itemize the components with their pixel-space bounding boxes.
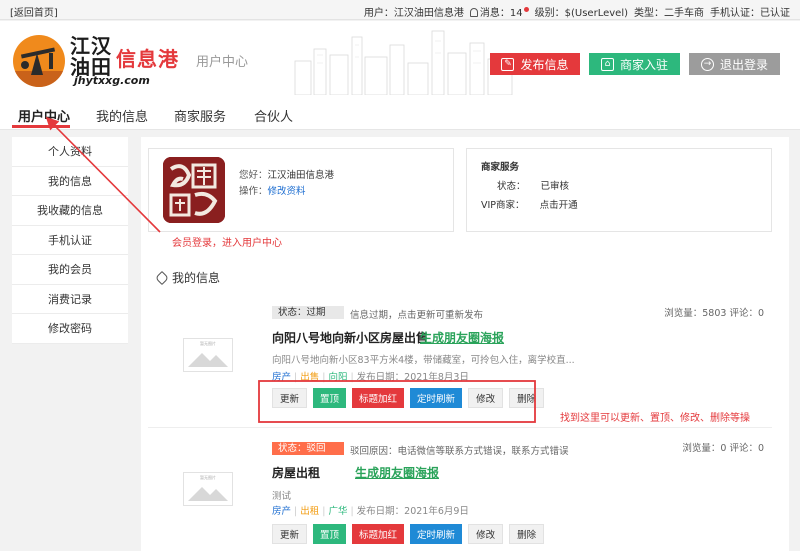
- sidebar-item-change-password[interactable]: 修改密码: [12, 314, 128, 344]
- generate-poster-link[interactable]: 生成朋友圈海报: [420, 329, 504, 346]
- listing-actions: 更新 置顶 标题加红 定时刷新 修改 删除: [272, 388, 545, 408]
- profile-actions: 操作：修改资料: [239, 186, 306, 197]
- annotation-actions-note: 找到这里可以更新、置顶、修改、删除等操: [560, 413, 750, 424]
- status-note: 信息过期，点击更新可重新发布: [350, 310, 484, 321]
- publish-button[interactable]: ✎ 发布信息: [490, 53, 580, 75]
- sidebar-item-profile[interactable]: 个人资料: [12, 137, 128, 167]
- thumbnail-placeholder-text: 暂无图片: [200, 475, 216, 480]
- logo-pumpjack-icon[interactable]: [13, 35, 65, 87]
- edit-button[interactable]: 修改: [468, 388, 504, 408]
- unread-dot: [523, 7, 529, 12]
- pin-top-button[interactable]: 置顶: [313, 524, 347, 544]
- listing-title[interactable]: 房屋出租: [272, 464, 320, 481]
- listing-item: 暂无图片 状态：过期 信息过期，点击更新可重新发布 浏览量：5803 评论：0 …: [148, 300, 772, 426]
- page-subtitle: 用户中心: [196, 55, 249, 70]
- city-skyline-decoration: [294, 30, 513, 95]
- generate-poster-link[interactable]: 生成朋友圈海报: [355, 464, 439, 481]
- listing-title[interactable]: 向阳八号地向新小区房屋出售: [272, 329, 428, 346]
- phone-verification: 手机认证：已认证: [710, 8, 790, 19]
- sidebar: 个人资料 我的信息 我收藏的信息 手机认证 我的会员 消费记录 修改密码: [12, 137, 128, 344]
- listing-date: 发布日期：2021年8月3日: [356, 372, 469, 383]
- vip-activate-link[interactable]: 点击开通: [540, 200, 578, 211]
- scheduled-refresh-button[interactable]: 定时刷新: [410, 524, 463, 544]
- thumbnail-placeholder-text: 暂无图片: [200, 341, 216, 346]
- tab-my-info[interactable]: 我的信息: [96, 106, 148, 125]
- status-badge: 状态：驳回: [272, 442, 344, 455]
- listing-date: 发布日期：2021年6月9日: [356, 506, 469, 517]
- messages[interactable]: 消息：14: [469, 4, 529, 19]
- user-info: 用户：江汉油田信息港: [363, 8, 464, 19]
- delete-button[interactable]: 删除: [509, 388, 545, 408]
- user-type: 类型：二手车商: [634, 8, 704, 19]
- delete-button[interactable]: 删除: [509, 524, 545, 544]
- tag-icon: [154, 270, 170, 285]
- main-nav: 用户中心 我的信息 商家服务 合伙人: [0, 97, 800, 130]
- refresh-button[interactable]: 更新: [272, 524, 308, 544]
- tab-user-center[interactable]: 用户中心: [18, 106, 70, 125]
- logout-button[interactable]: → 退出登录: [689, 53, 780, 75]
- logo-url: jhytxxg.com: [74, 74, 150, 87]
- user-level: 级别：$(UserLevel): [534, 8, 628, 19]
- listing-stats: 浏览量：0 评论：0: [682, 443, 764, 454]
- edit-button[interactable]: 修改: [468, 524, 504, 544]
- user-name[interactable]: 江汉油田信息港: [394, 8, 464, 19]
- annotation-login-note: 会员登录，进入用户中心: [172, 238, 282, 249]
- merchant-status: 状态： 已审核: [497, 181, 570, 192]
- edit-profile-link[interactable]: 修改资料: [268, 186, 306, 197]
- my-info-section-title: 我的信息: [154, 269, 220, 286]
- listing-item: 暂无图片 状态：驳回 驳回原因：电话微信等联系方式错误，联系方式错误 浏览量：0…: [148, 436, 772, 550]
- listing-description: 测试: [272, 491, 292, 502]
- sidebar-item-favorites[interactable]: 我收藏的信息: [12, 196, 128, 226]
- merchant-service-card: 商家服务 状态： 已审核 VIP商家： 点击开通: [466, 148, 772, 232]
- profile-name: 江汉油田信息港: [267, 170, 335, 181]
- bell-icon: [469, 8, 478, 17]
- tab-merchant-service[interactable]: 商家服务: [174, 106, 226, 125]
- arrow-right-icon: →: [700, 57, 714, 71]
- listing-stats: 浏览量：5803 评论：0: [664, 308, 764, 319]
- merchant-status-value: 已审核: [540, 181, 570, 192]
- active-tab-indicator: [12, 125, 70, 128]
- merchant-service-title: 商家服务: [481, 162, 520, 173]
- listing-thumbnail[interactable]: 暂无图片: [183, 338, 233, 372]
- profile-greeting: 您好：江汉油田信息港: [239, 170, 335, 181]
- highlight-title-button[interactable]: 标题加红: [352, 388, 405, 408]
- logo-text[interactable]: 江汉: [70, 36, 112, 56]
- sidebar-item-membership[interactable]: 我的会员: [12, 255, 128, 285]
- tab-partner[interactable]: 合伙人: [254, 106, 293, 125]
- top-bar: [返回首页] 用户：江汉油田信息港 消息：14 级别：$(UserLevel) …: [0, 0, 800, 20]
- listing-tags: 房产 | 出售 | 向阳 | 发布日期：2021年8月3日: [272, 372, 469, 383]
- tag-area[interactable]: 广华: [328, 506, 347, 517]
- sidebar-item-my-info[interactable]: 我的信息: [12, 167, 128, 196]
- tag-type[interactable]: 出售: [300, 372, 319, 383]
- edit-icon: ✎: [501, 57, 515, 71]
- site-header: 江汉 油田 信息港 jhytxxg.com 用户中心 ✎ 发布信息 ⌂ 商家入驻…: [0, 21, 800, 97]
- back-home-link[interactable]: [返回首页]: [10, 4, 58, 19]
- sidebar-item-phone-verification[interactable]: 手机认证: [12, 226, 128, 255]
- tag-area[interactable]: 向阳: [328, 372, 347, 383]
- top-bar-user-info: 用户：江汉油田信息港 消息：14 级别：$(UserLevel) 类型：二手车商…: [364, 4, 790, 19]
- shop-icon: ⌂: [600, 57, 614, 71]
- listing-tags: 房产 | 出租 | 广华 | 发布日期：2021年6月9日: [272, 506, 469, 517]
- pin-top-button[interactable]: 置顶: [313, 388, 347, 408]
- listing-actions: 更新 置顶 标题加红 定时刷新 修改 删除: [272, 524, 545, 544]
- listing-divider: [148, 427, 772, 428]
- listing-description: 向阳八号地向新小区83平方米4楼，带储藏室，可拎包入住，离学校直...: [272, 355, 575, 366]
- tag-type[interactable]: 出租: [300, 506, 319, 517]
- status-note: 驳回原因：电话微信等联系方式错误，联系方式错误: [350, 446, 569, 457]
- listing-thumbnail[interactable]: 暂无图片: [183, 472, 233, 506]
- messages-count: 14: [509, 8, 523, 19]
- sidebar-item-spending-records[interactable]: 消费记录: [12, 285, 128, 314]
- scheduled-refresh-button[interactable]: 定时刷新: [410, 388, 463, 408]
- logo-brand[interactable]: 信息港: [116, 43, 179, 72]
- profile-card: 您好：江汉油田信息港 操作：修改资料: [148, 148, 454, 232]
- highlight-title-button[interactable]: 标题加红: [352, 524, 405, 544]
- tag-category[interactable]: 房产: [272, 372, 291, 383]
- avatar-seal-image: [163, 157, 225, 223]
- tag-category[interactable]: 房产: [272, 506, 291, 517]
- merchant-vip: VIP商家： 点击开通: [481, 200, 578, 211]
- refresh-button[interactable]: 更新: [272, 388, 308, 408]
- merchant-join-button[interactable]: ⌂ 商家入驻: [589, 53, 680, 75]
- status-badge: 状态：过期: [272, 306, 344, 319]
